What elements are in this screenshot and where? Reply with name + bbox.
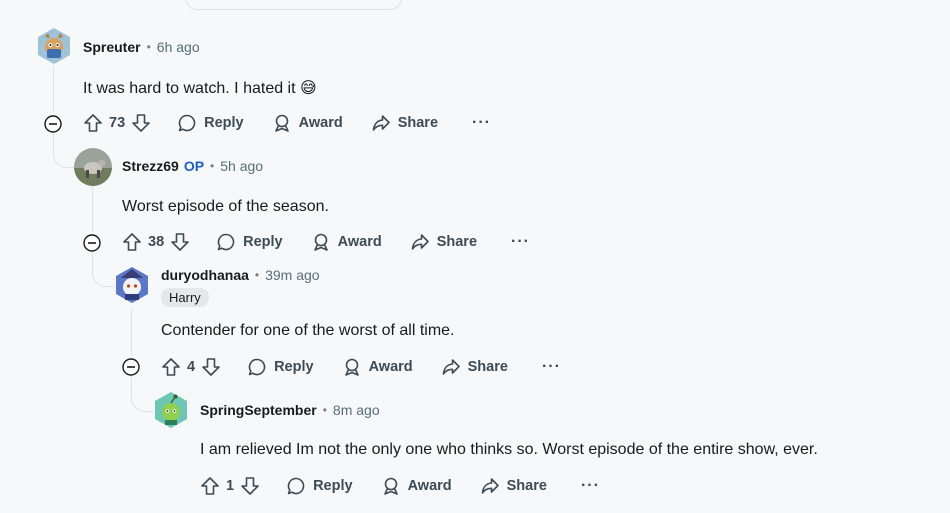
vote-group: 4 xyxy=(161,357,221,377)
username[interactable]: duryodhanaa xyxy=(161,267,249,283)
share-icon xyxy=(410,232,430,252)
share-label: Share xyxy=(436,234,478,250)
award-label: Award xyxy=(337,234,382,250)
reply-label: Reply xyxy=(274,359,314,375)
award-icon xyxy=(272,113,292,133)
award-button[interactable]: Award xyxy=(342,357,413,377)
reply-label: Reply xyxy=(313,478,353,494)
comment-body: It was hard to watch. I hated it 😅 xyxy=(83,78,317,98)
upvote-icon[interactable] xyxy=(200,476,220,496)
user-flair: Harry xyxy=(161,288,209,307)
comment-actions: 1 Reply Award Share ··· xyxy=(200,474,600,498)
comment-meta: SpringSeptember • 8m ago xyxy=(200,402,380,418)
avatar[interactable] xyxy=(152,391,190,429)
reply-button[interactable]: Reply xyxy=(247,357,314,377)
vote-score: 73 xyxy=(109,115,126,131)
share-button[interactable]: Share xyxy=(410,232,477,252)
avatar[interactable] xyxy=(113,266,151,304)
chat-bubble-icon xyxy=(286,476,306,496)
comment-meta: Strezz69 OP • 5h ago xyxy=(122,158,263,174)
share-button[interactable]: Share xyxy=(371,113,438,133)
share-button[interactable]: Share xyxy=(441,357,508,377)
comment-text: It was hard to watch. I hated it xyxy=(83,80,296,97)
share-icon xyxy=(441,357,461,377)
thread-line xyxy=(131,308,132,356)
reply-label: Reply xyxy=(243,234,283,250)
username[interactable]: Strezz69 xyxy=(122,158,179,174)
emoji: 😅 xyxy=(300,80,317,97)
timestamp[interactable]: 6h ago xyxy=(157,39,200,55)
downvote-icon[interactable] xyxy=(131,113,151,133)
separator-dot: • xyxy=(322,403,327,417)
more-options-icon[interactable]: ··· xyxy=(511,233,530,251)
thread-elbow xyxy=(92,252,115,287)
more-options-icon[interactable]: ··· xyxy=(581,477,600,495)
share-icon xyxy=(371,113,391,133)
username[interactable]: Spreuter xyxy=(83,39,141,55)
vote-group: 1 xyxy=(200,476,260,496)
vote-score: 38 xyxy=(148,234,165,250)
award-label: Award xyxy=(407,478,452,494)
timestamp[interactable]: 5h ago xyxy=(220,158,263,174)
upvote-icon[interactable] xyxy=(122,232,142,252)
separator-dot: • xyxy=(210,159,215,173)
thread-line xyxy=(53,66,54,112)
comment-meta: duryodhanaa • 39m ago xyxy=(161,267,320,283)
upvote-icon[interactable] xyxy=(161,357,181,377)
thread-elbow xyxy=(131,377,154,412)
reply-button[interactable]: Reply xyxy=(177,113,244,133)
reply-button[interactable]: Reply xyxy=(216,232,283,252)
collapse-icon[interactable] xyxy=(44,115,62,133)
reply-button[interactable]: Reply xyxy=(286,476,353,496)
timestamp[interactable]: 8m ago xyxy=(333,402,380,418)
comment-meta: Spreuter • 6h ago xyxy=(83,39,200,55)
chat-bubble-icon xyxy=(177,113,197,133)
separator-dot: • xyxy=(254,268,260,282)
share-label: Share xyxy=(467,359,508,375)
share-icon xyxy=(480,476,500,496)
comment-actions: 38 Reply Award Share ··· xyxy=(122,230,530,254)
vote-group: 38 xyxy=(122,232,190,252)
comment-body: I am relieved Im not the only one who th… xyxy=(200,441,818,458)
op-badge: OP xyxy=(183,158,205,174)
downvote-icon[interactable] xyxy=(201,357,221,377)
award-icon xyxy=(311,232,331,252)
comment-body: Worst episode of the season. xyxy=(122,198,329,215)
vote-score: 1 xyxy=(226,478,235,494)
award-button[interactable]: Award xyxy=(311,232,382,252)
award-label: Award xyxy=(298,115,343,131)
share-button[interactable]: Share xyxy=(480,476,547,496)
award-icon xyxy=(342,357,362,377)
separator-dot: • xyxy=(146,40,151,54)
collapse-icon[interactable] xyxy=(83,234,101,252)
downvote-icon[interactable] xyxy=(170,232,190,252)
upvote-icon[interactable] xyxy=(83,113,103,133)
more-options-icon[interactable]: ··· xyxy=(472,114,491,132)
comment-body: Contender for one of the worst of all ti… xyxy=(161,322,455,339)
chat-bubble-icon xyxy=(247,357,267,377)
award-button[interactable]: Award xyxy=(381,476,452,496)
share-label: Share xyxy=(397,115,439,131)
avatar[interactable] xyxy=(74,148,112,186)
award-button[interactable]: Award xyxy=(272,113,343,133)
thread-elbow xyxy=(53,133,74,168)
reply-label: Reply xyxy=(204,115,244,131)
award-label: Award xyxy=(368,359,413,375)
timestamp[interactable]: 39m ago xyxy=(265,267,319,283)
collapse-icon[interactable] xyxy=(122,358,140,376)
vote-score: 4 xyxy=(187,359,196,375)
vote-group: 73 xyxy=(83,113,151,133)
username[interactable]: SpringSeptember xyxy=(200,402,317,418)
chat-bubble-icon xyxy=(216,232,236,252)
previous-container-edge xyxy=(185,0,402,10)
award-icon xyxy=(381,476,401,496)
downvote-icon[interactable] xyxy=(240,476,260,496)
comment-actions: 73 Reply Award Share ··· xyxy=(83,111,491,135)
avatar[interactable] xyxy=(35,27,73,65)
thread-line xyxy=(92,186,93,232)
share-label: Share xyxy=(506,478,547,494)
more-options-icon[interactable]: ··· xyxy=(542,358,561,376)
comment-actions: 4 Reply Award Share ··· xyxy=(161,355,561,379)
